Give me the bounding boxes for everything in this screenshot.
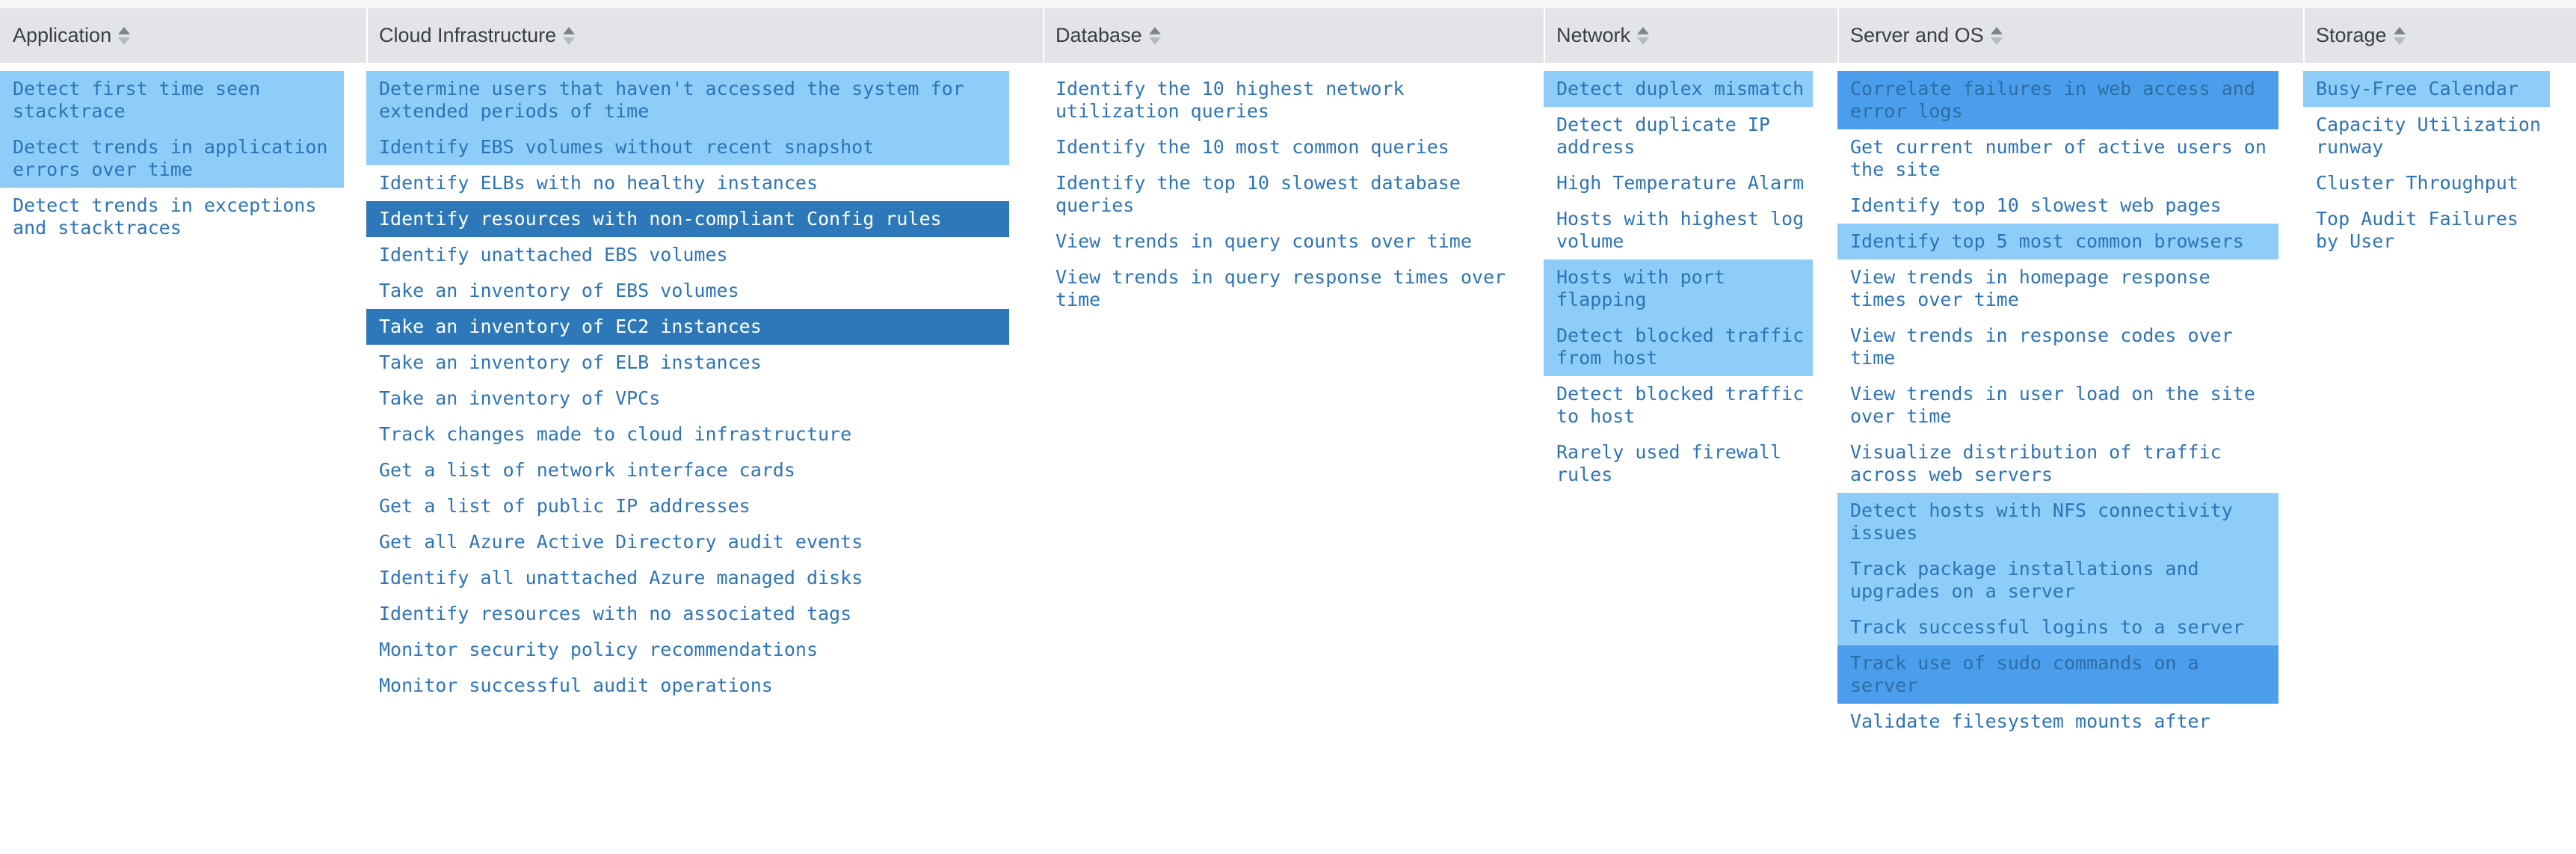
column-header-database[interactable]: Database bbox=[1043, 0, 1544, 63]
sort-updown-icon[interactable] bbox=[1990, 26, 2003, 46]
column-header-storage[interactable]: Storage bbox=[2303, 0, 2576, 63]
list-item[interactable]: Track package installations and upgrades… bbox=[1837, 551, 2278, 609]
list-item[interactable]: Hosts with port flapping bbox=[1544, 259, 1813, 318]
list-item[interactable]: Identify ELBs with no healthy instances bbox=[366, 165, 1009, 201]
column-database: Database Identify the 10 highest network… bbox=[1043, 0, 1544, 854]
list-item[interactable]: Track changes made to cloud infrastructu… bbox=[366, 417, 1009, 452]
column-title-database: Database bbox=[1056, 24, 1142, 46]
column-title-storage: Storage bbox=[2316, 24, 2387, 46]
list-item[interactable]: High Temperature Alarm bbox=[1544, 165, 1813, 201]
sort-updown-icon[interactable] bbox=[1148, 26, 1161, 46]
list-item[interactable]: Identify top 10 slowest web pages bbox=[1837, 188, 2278, 224]
list-item[interactable]: Identify top 5 most common browsers bbox=[1837, 224, 2278, 259]
list-item[interactable]: Correlate failures in web access and err… bbox=[1837, 71, 2278, 129]
list-item[interactable]: Identify unattached EBS volumes bbox=[366, 237, 1009, 273]
use-case-board: Application Detect first time seen stack… bbox=[0, 0, 2576, 854]
column-body-server-and-os: Correlate failures in web access and err… bbox=[1837, 63, 2303, 740]
column-network: Network Detect duplex mismatch Detect du… bbox=[1544, 0, 1837, 854]
column-application: Application Detect first time seen stack… bbox=[0, 0, 366, 854]
list-item[interactable]: Detect trends in exceptions and stacktra… bbox=[0, 188, 344, 246]
column-body-storage: Busy-Free Calendar Capacity Utilization … bbox=[2303, 63, 2576, 259]
column-header-server-and-os[interactable]: Server and OS bbox=[1837, 0, 2303, 63]
column-title-application: Application bbox=[13, 24, 112, 46]
column-header-application[interactable]: Application bbox=[0, 0, 366, 63]
column-header-network[interactable]: Network bbox=[1544, 0, 1837, 63]
list-item[interactable]: Detect first time seen stacktrace bbox=[0, 71, 344, 129]
list-item[interactable]: Get all Azure Active Directory audit eve… bbox=[366, 524, 1009, 560]
column-storage: Storage Busy-Free Calendar Capacity Util… bbox=[2303, 0, 2576, 854]
list-item[interactable]: View trends in homepage response times o… bbox=[1837, 259, 2278, 318]
list-item[interactable]: Identify EBS volumes without recent snap… bbox=[366, 129, 1009, 165]
list-item[interactable]: Visualize distribution of traffic across… bbox=[1837, 434, 2278, 493]
column-server-and-os: Server and OS Correlate failures in web … bbox=[1837, 0, 2303, 854]
column-body-network: Detect duplex mismatch Detect duplicate … bbox=[1544, 63, 1837, 493]
list-item[interactable]: Detect duplex mismatch bbox=[1544, 71, 1813, 107]
list-item[interactable]: Detect duplicate IP address bbox=[1544, 107, 1813, 165]
column-body-database: Identify the 10 highest network utilizat… bbox=[1043, 63, 1544, 318]
list-item[interactable]: Identify resources with no associated ta… bbox=[366, 596, 1009, 632]
list-item[interactable]: Get a list of public IP addresses bbox=[366, 488, 1009, 524]
list-item[interactable]: Track use of sudo commands on a server bbox=[1837, 645, 2278, 704]
column-body-application: Detect first time seen stacktrace Detect… bbox=[0, 63, 366, 246]
list-item[interactable]: Hosts with highest log volume bbox=[1544, 201, 1813, 259]
list-item[interactable]: Detect blocked traffic from host bbox=[1544, 318, 1813, 376]
list-item[interactable]: View trends in response codes over time bbox=[1837, 318, 2278, 376]
column-title-server-and-os: Server and OS bbox=[1850, 24, 1984, 46]
list-item[interactable]: Monitor successful audit operations bbox=[366, 668, 1009, 704]
list-item[interactable]: Get current number of active users on th… bbox=[1837, 129, 2278, 188]
column-header-cloud-infrastructure[interactable]: Cloud Infrastructure bbox=[366, 0, 1043, 63]
list-item[interactable]: Busy-Free Calendar bbox=[2303, 71, 2550, 107]
list-item[interactable]: Detect hosts with NFS connectivity issue… bbox=[1837, 493, 2278, 551]
list-item[interactable]: Identify all unattached Azure managed di… bbox=[366, 560, 1009, 596]
list-item[interactable]: Rarely used firewall rules bbox=[1544, 434, 1813, 493]
list-item[interactable]: Detect trends in application errors over… bbox=[0, 129, 344, 188]
list-item[interactable]: Take an inventory of EBS volumes bbox=[366, 273, 1009, 309]
list-item[interactable]: Determine users that haven't accessed th… bbox=[366, 71, 1009, 129]
sort-updown-icon[interactable] bbox=[118, 26, 131, 46]
column-body-cloud-infrastructure: Determine users that haven't accessed th… bbox=[366, 63, 1043, 704]
list-item[interactable]: Get a list of network interface cards bbox=[366, 452, 1009, 488]
sort-updown-icon[interactable] bbox=[563, 26, 576, 46]
list-item[interactable]: Monitor security policy recommendations bbox=[366, 632, 1009, 668]
list-item[interactable]: Take an inventory of VPCs bbox=[366, 381, 1009, 417]
list-item[interactable]: Cluster Throughput bbox=[2303, 165, 2550, 201]
list-item[interactable]: View trends in user load on the site ove… bbox=[1837, 376, 2278, 434]
column-title-cloud-infrastructure: Cloud Infrastructure bbox=[379, 24, 557, 46]
list-item[interactable]: View trends in query counts over time bbox=[1043, 224, 1521, 259]
list-item[interactable]: Top Audit Failures by User bbox=[2303, 201, 2550, 259]
list-item[interactable]: Capacity Utilization runway bbox=[2303, 107, 2550, 165]
list-item[interactable]: Track successful logins to a server bbox=[1837, 609, 2278, 645]
column-title-network: Network bbox=[1556, 24, 1631, 46]
list-item[interactable]: Detect blocked traffic to host bbox=[1544, 376, 1813, 434]
sort-updown-icon[interactable] bbox=[1637, 26, 1650, 46]
list-item[interactable]: View trends in query response times over… bbox=[1043, 259, 1521, 318]
list-item[interactable]: Take an inventory of ELB instances bbox=[366, 345, 1009, 381]
column-cloud-infrastructure: Cloud Infrastructure Determine users tha… bbox=[366, 0, 1043, 854]
list-item[interactable]: Identify resources with non-compliant Co… bbox=[366, 201, 1009, 237]
list-item[interactable]: Identify the top 10 slowest database que… bbox=[1043, 165, 1521, 224]
list-item[interactable]: Identify the 10 most common queries bbox=[1043, 129, 1521, 165]
list-item[interactable]: Validate filesystem mounts after bbox=[1837, 704, 2278, 740]
list-item[interactable]: Identify the 10 highest network utilizat… bbox=[1043, 71, 1521, 129]
columns-container: Application Detect first time seen stack… bbox=[0, 0, 2576, 854]
sort-updown-icon[interactable] bbox=[2393, 26, 2406, 46]
list-item[interactable]: Take an inventory of EC2 instances bbox=[366, 309, 1009, 345]
